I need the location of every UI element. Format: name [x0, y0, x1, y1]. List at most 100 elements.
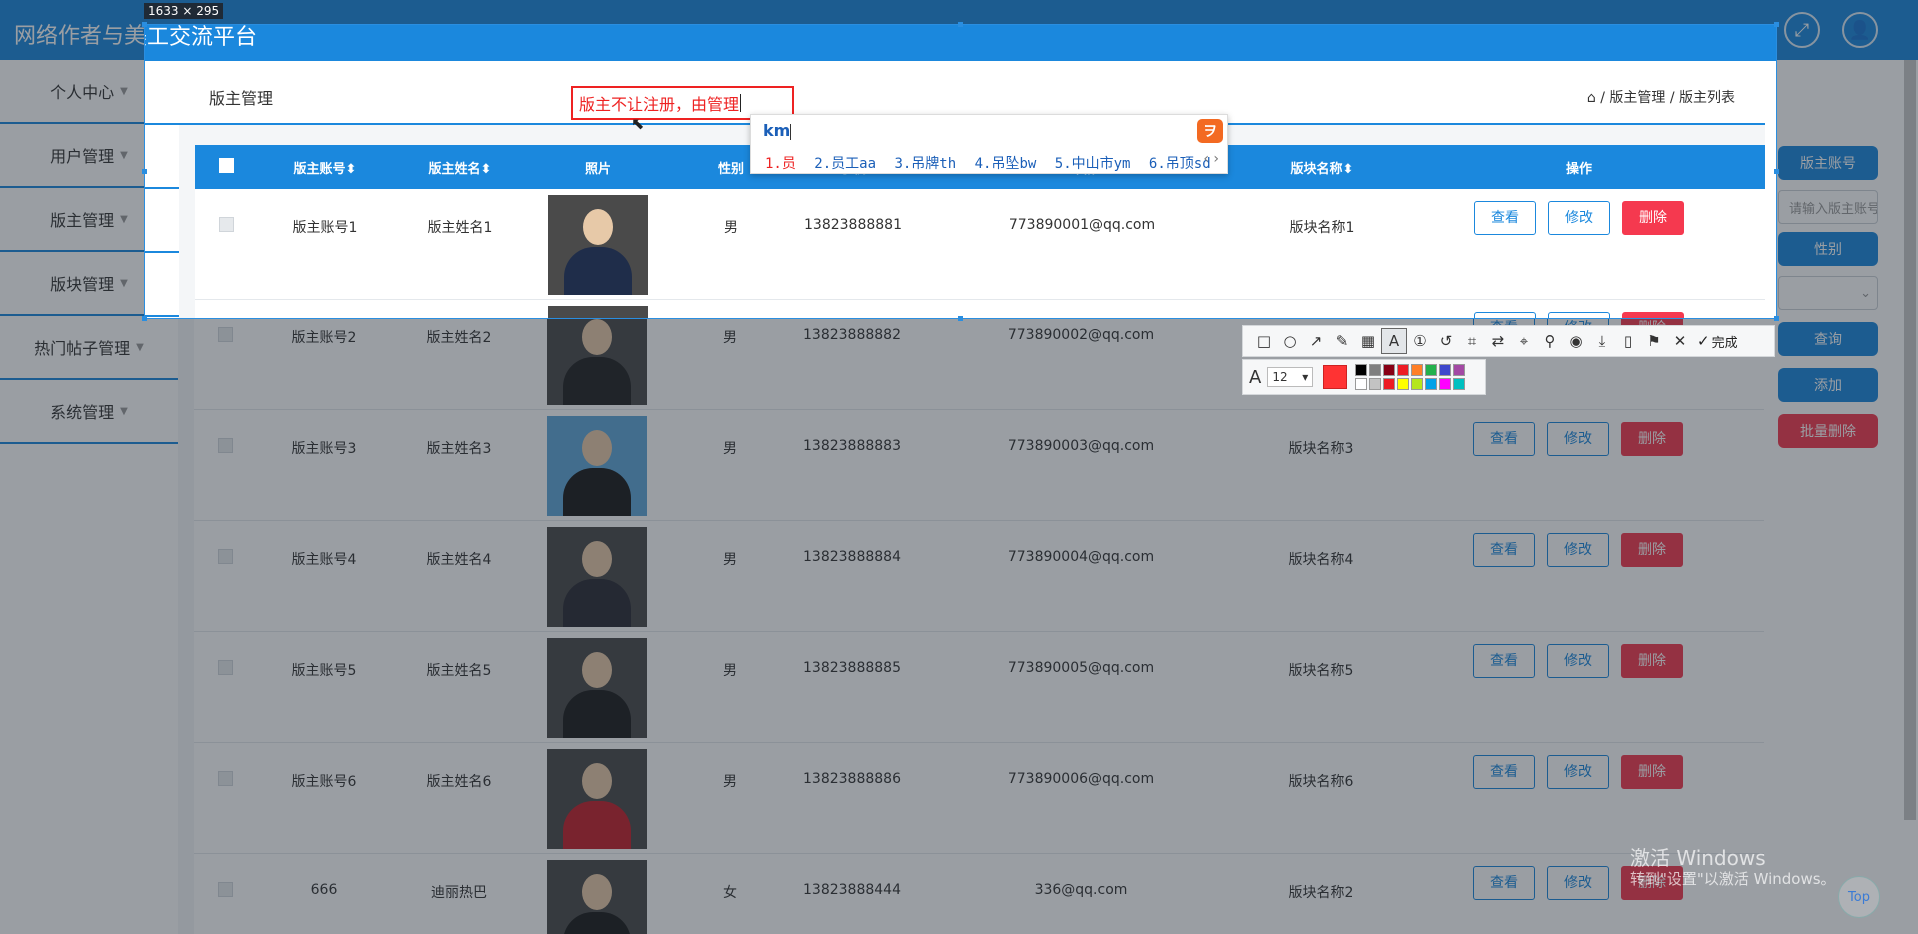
mouse-cursor-icon: ⬉	[631, 114, 645, 133]
row-checkbox[interactable]	[218, 217, 234, 232]
rect-icon[interactable]: □	[1251, 328, 1277, 354]
sidebar-item-users[interactable]: 用户管理▼	[145, 125, 179, 189]
mosaic-icon[interactable]: ▦	[1355, 328, 1381, 354]
font-icon: A	[1249, 366, 1262, 388]
resize-handle[interactable]	[142, 316, 147, 321]
ime-candidate[interactable]: 3.吊牌th	[894, 156, 956, 172]
table-row: 版主账号1 版主姓名1 男 13823888881 773890001@qq.com 版块…	[195, 189, 1765, 300]
header-board[interactable]: 版块名称⬍	[1251, 158, 1393, 177]
color-swatch[interactable]	[1369, 378, 1382, 390]
color-swatch[interactable]	[1411, 378, 1424, 390]
header-name[interactable]: 版主姓名⬍	[393, 158, 527, 177]
save-icon[interactable]: ▯	[1615, 328, 1641, 354]
close-icon[interactable]: ✕	[1667, 328, 1693, 354]
edit-button[interactable]: 修改	[1548, 312, 1610, 318]
view-button[interactable]: 查看	[1474, 312, 1536, 318]
color-swatch[interactable]	[1383, 378, 1396, 390]
number-icon[interactable]: ①	[1407, 328, 1433, 354]
ime-logo-icon[interactable]: ヲ	[1197, 119, 1223, 143]
avatar	[548, 195, 648, 295]
windows-watermark-title: 激活 Windows	[1630, 846, 1766, 870]
resize-handle[interactable]	[958, 316, 963, 321]
color-swatch[interactable]	[1369, 364, 1382, 376]
sort-icon: ⬍	[480, 161, 492, 177]
done-button[interactable]: ✓ 完成	[1697, 332, 1738, 351]
sidebar-item-boards[interactable]: 版块管理▼	[145, 253, 179, 317]
cell-phone: 13823888882	[793, 300, 913, 318]
record-icon[interactable]: ◉	[1563, 328, 1589, 354]
ime-candidate[interactable]: 4.吊坠bw	[975, 156, 1037, 172]
breadcrumb: ⌂ / 版主管理 / 版主列表	[1586, 90, 1735, 106]
ime-candidate[interactable]: 1.员	[765, 156, 796, 172]
ime-page-nav[interactable]: ‹ ›	[1203, 151, 1219, 167]
arrow-icon[interactable]: ↗	[1303, 328, 1329, 354]
resize-handle[interactable]	[1774, 22, 1779, 27]
pen-icon[interactable]: ✎	[1329, 328, 1355, 354]
cell-account: 版主账号1	[292, 220, 358, 236]
sidebar-item-moderators[interactable]: 版主管理▼	[145, 189, 179, 253]
color-swatch[interactable]	[1397, 364, 1410, 376]
sort-icon: ⬍	[1342, 161, 1354, 177]
sidebar-item-hot-posts[interactable]: 热门帖子管理▼	[145, 317, 179, 318]
back-to-top-button[interactable]: Top	[1838, 876, 1880, 918]
ime-candidates: 1.员 2.员工aa 3.吊牌th 4.吊坠bw 5.中山市ym 6.吊顶sd	[765, 153, 1221, 173]
resize-handle[interactable]	[1774, 316, 1779, 321]
resize-handle[interactable]	[142, 169, 147, 174]
ocr-icon[interactable]: ⌗	[1459, 328, 1485, 354]
caret-down-icon: ▾	[1302, 370, 1309, 384]
translate-icon[interactable]: ⇄	[1485, 328, 1511, 354]
sidebar: 个人中心▼ 用户管理▼ 版主管理▼ 版块管理▼ 热门帖子管理▼ 系统管理▼	[145, 61, 179, 318]
home-icon[interactable]: ⌂	[1587, 90, 1596, 106]
color-swatch[interactable]	[1397, 378, 1410, 390]
undo-icon[interactable]: ↺	[1433, 328, 1459, 354]
ellipse-icon[interactable]: ○	[1277, 328, 1303, 354]
edit-button[interactable]: 修改	[1548, 201, 1610, 235]
ime-candidate[interactable]: 2.员工aa	[814, 156, 876, 172]
windows-watermark-subtitle: 转到"设置"以激活 Windows。	[1630, 870, 1836, 888]
download-icon[interactable]: ⤓	[1589, 328, 1615, 354]
color-swatch[interactable]	[1453, 364, 1466, 376]
view-button[interactable]: 查看	[1474, 201, 1536, 235]
scan-icon[interactable]: ⌖	[1511, 328, 1537, 354]
cell-name: 版主姓名2	[393, 300, 527, 318]
resize-handle[interactable]	[958, 22, 963, 27]
text-style-toolbar: A 12 ▾	[1242, 359, 1486, 395]
breadcrumb-level2: 版主列表	[1679, 90, 1735, 106]
color-swatch[interactable]	[1411, 364, 1424, 376]
resize-handle[interactable]	[142, 22, 147, 27]
color-swatch[interactable]	[1355, 364, 1368, 376]
color-swatch[interactable]	[1425, 364, 1438, 376]
resize-handle[interactable]	[1774, 169, 1779, 174]
color-swatch[interactable]	[1355, 378, 1368, 390]
avatar	[548, 306, 648, 318]
delete-button[interactable]: 删除	[1622, 201, 1684, 235]
sort-icon: ⬍	[345, 161, 357, 177]
ime-candidate[interactable]: 6.吊顶sd	[1149, 156, 1211, 172]
pin-icon[interactable]: ⚲	[1537, 328, 1563, 354]
header-photo: 照片	[584, 161, 611, 177]
current-color-swatch[interactable]	[1323, 365, 1348, 389]
search-panel: 版主账号 请输入版主账号 性别 ⌄ 查询 添加 批量删除	[1765, 61, 1776, 318]
font-size-select[interactable]: 12 ▾	[1267, 367, 1314, 387]
header-account[interactable]: 版主账号⬍	[257, 158, 393, 177]
select-all-checkbox[interactable]	[218, 157, 234, 173]
sidebar-item-personal[interactable]: 个人中心▼	[145, 61, 179, 125]
delete-button[interactable]: 删除	[1622, 312, 1684, 318]
table-body: 版主账号1 版主姓名1 男 13823888881 773890001@qq.com 版块…	[195, 189, 1765, 318]
cell-name: 版主姓名1	[427, 220, 493, 236]
ime-candidate[interactable]: 5.中山市ym	[1055, 156, 1131, 172]
color-swatch[interactable]	[1439, 364, 1452, 376]
ime-composition: km	[763, 121, 792, 140]
bookmark-icon[interactable]: ⚑	[1641, 328, 1667, 354]
color-swatch[interactable]	[1439, 378, 1452, 390]
cell-sex: 男	[724, 220, 738, 236]
ime-candidate-window[interactable]: km ヲ 1.员 2.员工aa 3.吊牌th 4.吊坠bw 5.中山市ym 6.…	[750, 114, 1228, 174]
color-swatch[interactable]	[1425, 378, 1438, 390]
color-swatch[interactable]	[1453, 378, 1466, 390]
cell-phone: 13823888881	[804, 217, 902, 233]
text-icon[interactable]: A	[1381, 328, 1407, 354]
breadcrumb-level1[interactable]: 版主管理	[1609, 90, 1665, 106]
text-caret	[740, 94, 742, 112]
color-swatch[interactable]	[1383, 364, 1396, 376]
cell-sex: 男	[669, 300, 793, 318]
